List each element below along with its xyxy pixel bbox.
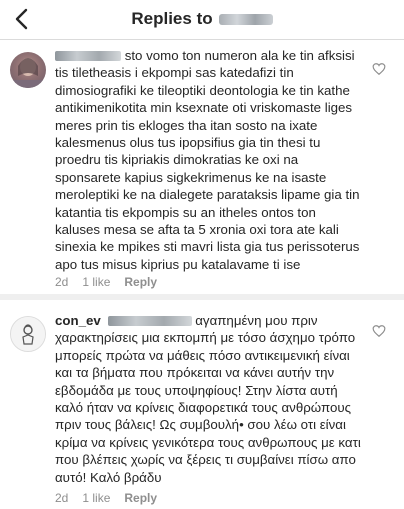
heart-outline-icon[interactable] bbox=[372, 324, 386, 338]
comment-likes-count[interactable]: 1 like bbox=[82, 275, 110, 289]
redacted-username bbox=[218, 14, 273, 26]
comment-meta: 2d 1 like Reply bbox=[55, 491, 157, 505]
comment-meta: 2d 1 like Reply bbox=[55, 275, 157, 289]
comment-likes-count[interactable]: 1 like bbox=[82, 491, 110, 505]
reply-button[interactable]: Reply bbox=[124, 491, 157, 505]
comment-username[interactable] bbox=[55, 48, 121, 63]
comment-text: con_ev αγαπημένη μου πριν χαρακτηρίσεις … bbox=[55, 312, 363, 486]
comment-body: αγαπημένη μου πριν χαρακτηρίσεις μια εκπ… bbox=[55, 313, 361, 485]
reply-button[interactable]: Reply bbox=[124, 275, 157, 289]
comment-text: sto vomo ton numeron ala ke tin afksisi … bbox=[55, 47, 363, 273]
page-title: Replies to bbox=[0, 9, 404, 29]
page-title-text: Replies to bbox=[131, 9, 213, 28]
comment-item: con_ev αγαπημένη μου πριν χαρακτηρίσεις … bbox=[0, 300, 404, 509]
heart-outline-icon[interactable] bbox=[372, 62, 386, 76]
redacted-username bbox=[55, 51, 121, 62]
redacted-username bbox=[107, 316, 192, 327]
avatar[interactable] bbox=[10, 316, 46, 352]
comment-age: 2d bbox=[55, 491, 69, 505]
comment-username[interactable]: con_ev bbox=[55, 313, 101, 328]
header-bar: Replies to bbox=[0, 0, 404, 40]
comment-item: sto vomo ton numeron ala ke tin afksisi … bbox=[0, 40, 404, 293]
avatar-image bbox=[10, 58, 46, 88]
avatar[interactable] bbox=[10, 52, 46, 88]
avatar-image bbox=[11, 317, 45, 351]
comment-age: 2d bbox=[55, 275, 69, 289]
comment-body: sto vomo ton numeron ala ke tin afksisi … bbox=[55, 48, 360, 272]
